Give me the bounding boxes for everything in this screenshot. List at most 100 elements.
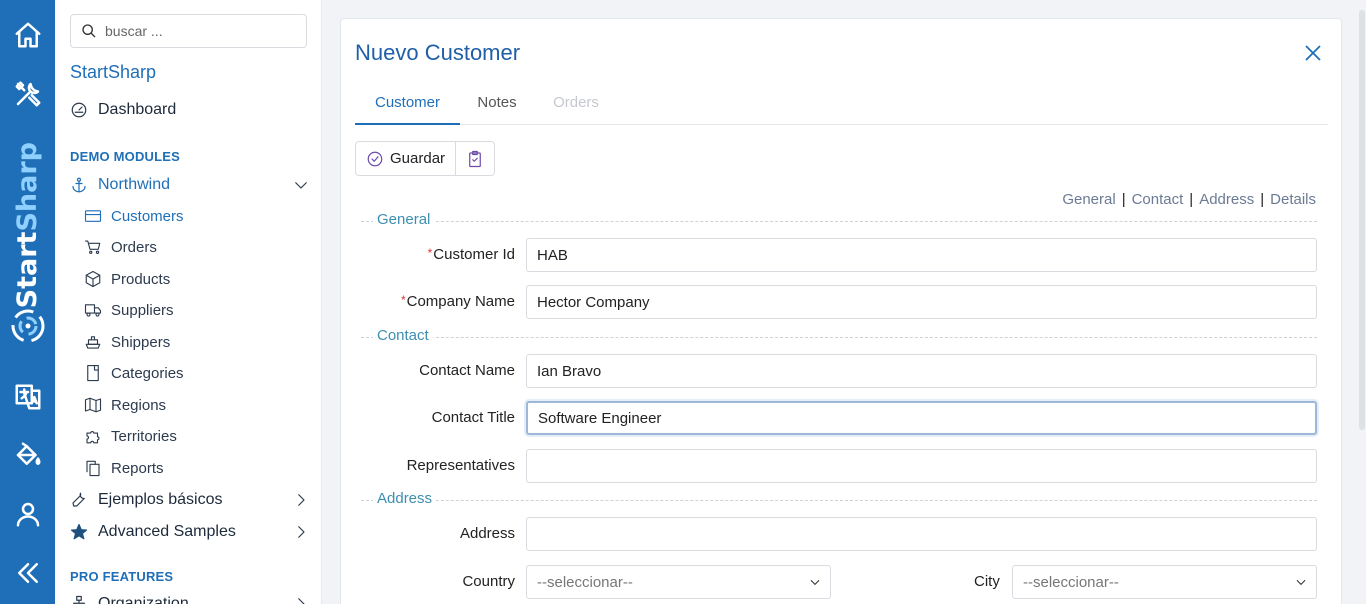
- toolbar: Guardar: [355, 141, 496, 176]
- scrollbar-thumb[interactable]: [1359, 10, 1365, 430]
- sidebar-item-organization[interactable]: Organization: [70, 592, 310, 604]
- brand-swirl-icon: [11, 309, 45, 343]
- field-label: Address: [459, 525, 515, 542]
- brand-wordmark: StartSharp: [8, 142, 48, 308]
- chevron-down-icon: [295, 182, 307, 189]
- map-icon: [84, 397, 102, 413]
- sidebar-item-reports[interactable]: Reports: [84, 457, 164, 479]
- sidebar-item-territories[interactable]: Territories: [84, 425, 177, 447]
- gauge-icon: [71, 102, 87, 118]
- sidebar-item-advanced-samples[interactable]: Advanced Samples: [70, 520, 310, 544]
- translate-icon[interactable]: [11, 380, 45, 414]
- chevron-right-icon: [298, 494, 305, 506]
- sidebar-item-label: Dashboard: [98, 101, 177, 118]
- brand-accent-text: Sharp: [12, 142, 43, 232]
- brand-main-text: Start: [12, 231, 43, 309]
- category-link-details[interactable]: Details: [1270, 191, 1316, 208]
- section-legend: Contact: [373, 327, 433, 344]
- category-link-address[interactable]: Address: [1199, 191, 1254, 208]
- app-title[interactable]: StartSharp: [70, 62, 156, 83]
- sidebar-item-label: Regions: [111, 396, 167, 414]
- country-select-value: --seleccionar--: [537, 573, 633, 591]
- category-links: General | Contact | Address | Details: [1062, 191, 1316, 208]
- copy-icon: [86, 460, 100, 477]
- sidebar-item-label: Customers: [111, 207, 184, 225]
- sidebar-item-customers[interactable]: Customers: [84, 205, 184, 227]
- representatives-input[interactable]: [526, 449, 1317, 483]
- chevron-down-icon: [1296, 579, 1306, 586]
- section-address: Address: [361, 490, 1317, 510]
- contact-name-input[interactable]: [526, 354, 1317, 388]
- home-icon[interactable]: [11, 18, 45, 52]
- sidebar-item-label: Products: [111, 270, 171, 288]
- card-icon: [84, 210, 102, 222]
- clipboard-check-icon: [469, 150, 481, 167]
- section-legend: General: [373, 211, 435, 228]
- apply-button[interactable]: [455, 142, 494, 175]
- customer-id-input[interactable]: [526, 238, 1317, 272]
- sidebar-item-suppliers[interactable]: Suppliers: [84, 299, 174, 321]
- sidebar: StartSharp Dashboard DEMO MODULES Northw…: [55, 0, 322, 604]
- tab-orders: Orders: [553, 94, 599, 111]
- contact-title-input[interactable]: [526, 401, 1317, 435]
- field-label: City: [974, 573, 1000, 590]
- sidebar-item-orders[interactable]: Orders: [84, 236, 157, 258]
- sidebar-item-northwind[interactable]: Northwind: [70, 173, 310, 197]
- row-representatives: Representatives: [355, 449, 1317, 483]
- search-box[interactable]: [70, 14, 307, 48]
- sidebar-item-shippers[interactable]: Shippers: [84, 331, 170, 353]
- ship-icon: [85, 336, 101, 349]
- save-button[interactable]: Guardar: [356, 142, 455, 175]
- page-scrollbar[interactable]: [1358, 0, 1366, 604]
- chevron-right-icon: [298, 526, 305, 538]
- search-input[interactable]: [105, 23, 295, 39]
- page-icon: [87, 364, 99, 382]
- category-link-general[interactable]: General: [1062, 191, 1115, 208]
- row-contact-name: Contact Name: [355, 354, 1317, 388]
- row-address: Address: [355, 517, 1317, 551]
- field-label: *Company Name: [400, 293, 515, 310]
- field-label: *Customer Id: [427, 246, 515, 263]
- tools-icon[interactable]: [11, 77, 45, 111]
- sidebar-item-categories[interactable]: Categories: [84, 362, 184, 384]
- field-label: Representatives: [406, 457, 515, 474]
- sidebar-item-basic-samples[interactable]: Ejemplos básicos: [70, 488, 310, 512]
- puzzle-icon: [86, 431, 100, 444]
- category-link-contact[interactable]: Contact: [1132, 191, 1184, 208]
- address-input[interactable]: [526, 517, 1317, 551]
- close-button[interactable]: [1303, 43, 1323, 63]
- tab-notes[interactable]: Notes: [463, 85, 531, 125]
- section-contact: Contact: [361, 327, 1317, 347]
- sidebar-item-regions[interactable]: Regions: [84, 394, 166, 416]
- customer-dialog: Nuevo Customer Customer Notes Orders Gua…: [340, 18, 1342, 604]
- sidebar-item-label: Orders: [111, 238, 157, 256]
- sidebar-item-label: Shippers: [111, 333, 171, 351]
- chevron-down-icon: [810, 579, 820, 586]
- save-button-label: Guardar: [390, 150, 446, 167]
- sidebar-item-label: Reports: [111, 459, 164, 477]
- country-select[interactable]: --seleccionar--: [526, 565, 831, 599]
- sidebar-item-label: Northwind: [98, 176, 171, 193]
- row-country-city: Country --seleccionar-- City --seleccion…: [355, 565, 1317, 599]
- collapse-icon[interactable]: [11, 556, 45, 590]
- company-name-input[interactable]: [526, 285, 1317, 319]
- box-icon: [85, 270, 101, 288]
- field-label: Contact Title: [431, 409, 515, 426]
- tab-bar: Customer Notes Orders: [355, 85, 1328, 125]
- sidebar-item-products[interactable]: Products: [84, 268, 170, 290]
- check-circle-icon: [367, 151, 383, 166]
- section-demo-modules: DEMO MODULES: [70, 149, 181, 164]
- paint-bucket-icon[interactable]: [11, 438, 45, 472]
- icon-rail: StartSharp: [0, 0, 55, 604]
- user-icon[interactable]: [11, 497, 45, 531]
- tab-customer[interactable]: Customer: [355, 85, 460, 125]
- sidebar-item-label: Advanced Samples: [98, 523, 236, 540]
- section-legend: Address: [373, 490, 437, 507]
- truck-icon: [84, 304, 102, 317]
- city-select-value: --seleccionar--: [1023, 573, 1119, 591]
- sidebar-item-dashboard[interactable]: Dashboard: [70, 98, 176, 122]
- city-select[interactable]: --seleccionar--: [1012, 565, 1317, 599]
- section-general: General: [361, 211, 1317, 231]
- row-customer-id: *Customer Id: [355, 238, 1317, 272]
- org-chart-icon: [73, 595, 85, 604]
